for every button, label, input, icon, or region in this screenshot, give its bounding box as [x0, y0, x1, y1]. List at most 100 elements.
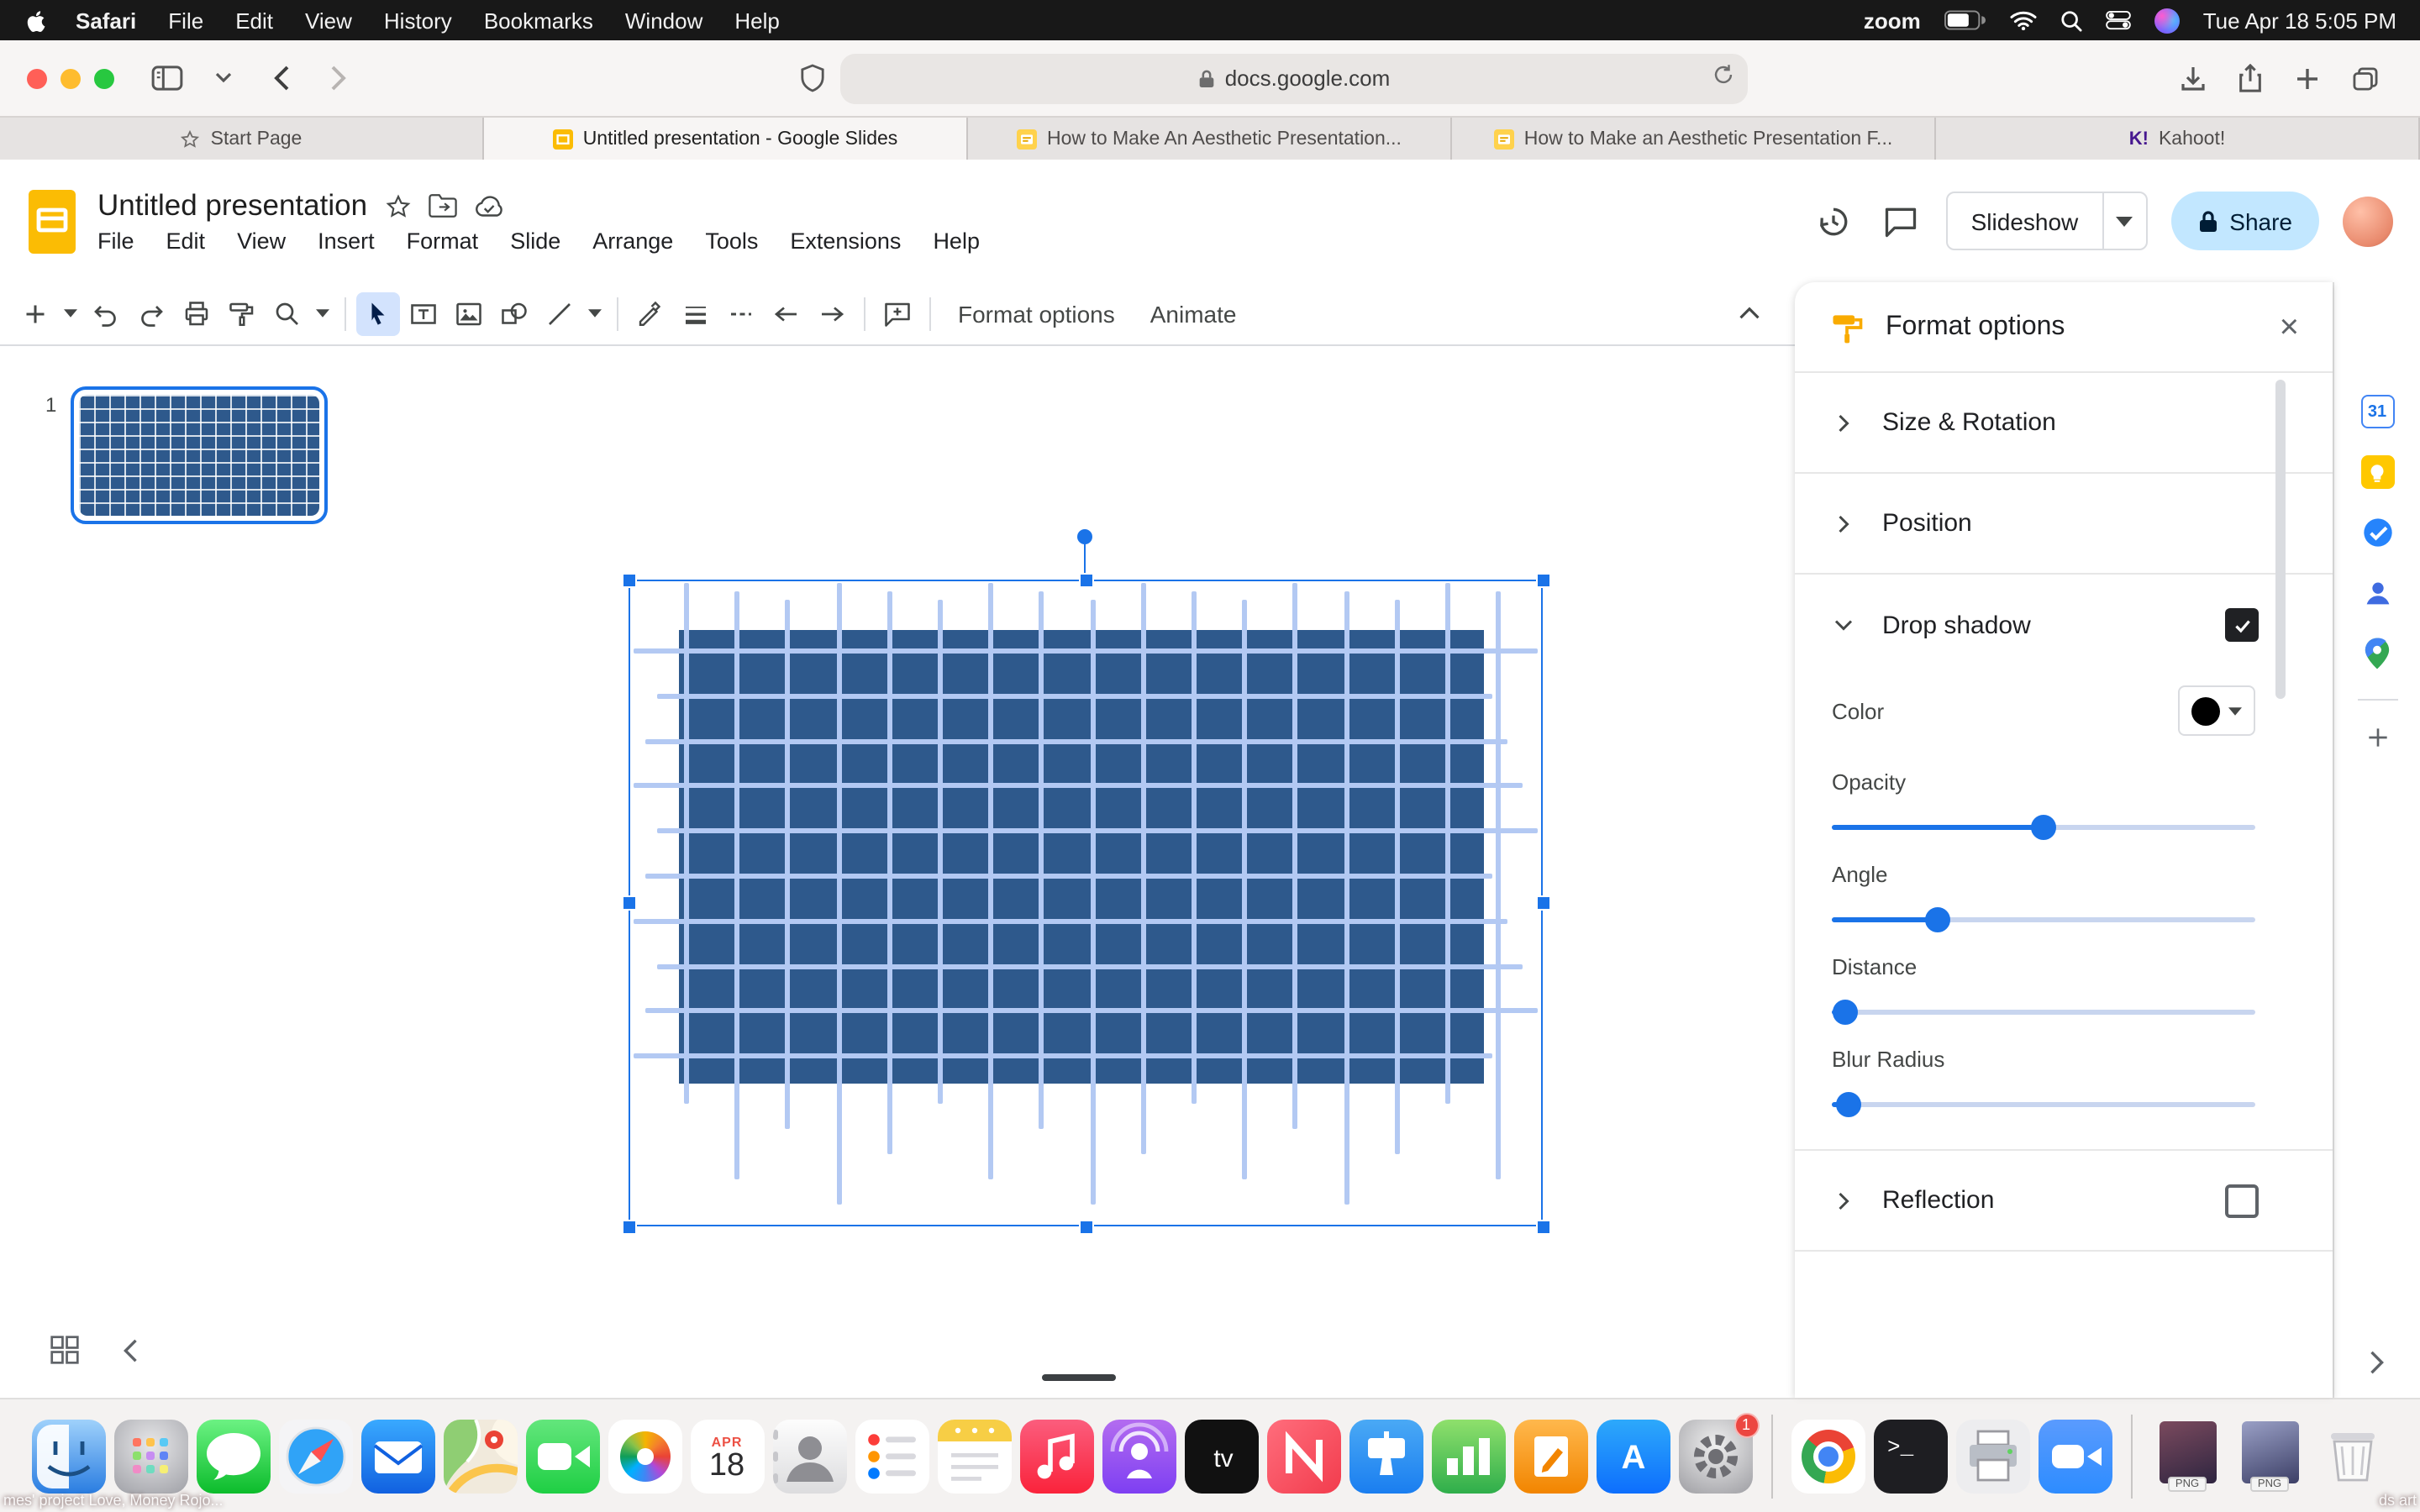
window-close-button[interactable]: [27, 68, 47, 88]
notes-resize-handle[interactable]: [1042, 1374, 1116, 1381]
dock-contacts-icon[interactable]: [772, 1419, 846, 1493]
wifi-icon[interactable]: [2010, 10, 2037, 30]
selection-handle-se[interactable]: [1535, 1219, 1550, 1234]
rail-calendar-icon[interactable]: 31: [2355, 390, 2399, 433]
window-minimize-button[interactable]: [60, 68, 81, 88]
selection-handle-w[interactable]: [621, 895, 636, 911]
selection-handle-nw[interactable]: [621, 572, 636, 587]
slides-menu-edit[interactable]: Edit: [166, 228, 206, 254]
back-button[interactable]: [257, 58, 304, 98]
zoom-tool-icon[interactable]: [266, 291, 309, 335]
slides-menu-insert[interactable]: Insert: [318, 228, 375, 254]
slider-thumb[interactable]: [2031, 815, 2056, 840]
slideshow-dropdown[interactable]: [2102, 193, 2145, 249]
slide-canvas[interactable]: 1: [0, 346, 1795, 1398]
slide-thumbnail[interactable]: [71, 386, 328, 524]
star-icon[interactable]: [384, 192, 411, 219]
menubar-zoom-app[interactable]: zoom: [1864, 8, 1921, 33]
dock-notes-icon[interactable]: [937, 1419, 1011, 1493]
dock-appstore-icon[interactable]: A: [1596, 1419, 1670, 1493]
selection-handle-s[interactable]: [1078, 1219, 1093, 1234]
opacity-slider[interactable]: [1832, 815, 2255, 840]
menubar-item-history[interactable]: History: [384, 8, 452, 33]
comments-icon[interactable]: [1879, 199, 1923, 243]
dock-maps-icon[interactable]: [443, 1419, 517, 1493]
selection-handle-n[interactable]: [1078, 572, 1093, 587]
slider-thumb[interactable]: [1832, 1000, 1858, 1025]
dock-keynote-icon[interactable]: [1349, 1419, 1423, 1493]
dock-music-icon[interactable]: [1019, 1419, 1093, 1493]
privacy-shield-icon[interactable]: [788, 58, 835, 98]
tab-overview-icon[interactable]: [2341, 58, 2388, 98]
reflection-checkbox[interactable]: [2225, 1184, 2259, 1217]
rail-keep-icon[interactable]: [2355, 450, 2399, 494]
share-icon[interactable]: [2227, 58, 2274, 98]
browser-tab-4[interactable]: K! Kahoot!: [1936, 118, 2420, 160]
insert-shape-icon[interactable]: [492, 291, 536, 335]
spotlight-icon[interactable]: [2060, 9, 2082, 31]
control-center-icon[interactable]: [2105, 10, 2131, 30]
menubar-clock[interactable]: Tue Apr 18 5:05 PM: [2203, 8, 2396, 33]
border-dash-icon[interactable]: [719, 291, 763, 335]
sidebar-chevron-icon[interactable]: [200, 58, 247, 98]
section-reflection[interactable]: Reflection: [1795, 1151, 2333, 1252]
dock-settings-icon[interactable]: 1: [1678, 1412, 1759, 1493]
dock-photos-icon[interactable]: [608, 1419, 681, 1493]
refresh-icon[interactable]: [1712, 63, 1734, 85]
dock-file-icon[interactable]: PNG: [2150, 1419, 2224, 1493]
browser-tab-1[interactable]: Untitled presentation - Google Slides: [484, 118, 968, 160]
browser-tab-2[interactable]: How to Make An Aesthetic Presentation...: [968, 118, 1452, 160]
line-start-icon[interactable]: [765, 291, 808, 335]
print-icon[interactable]: [175, 291, 218, 335]
address-bar[interactable]: docs.google.com: [840, 53, 1748, 103]
dock-news-icon[interactable]: [1266, 1419, 1340, 1493]
menubar-item-file[interactable]: File: [168, 8, 203, 33]
border-color-icon[interactable]: [629, 291, 672, 335]
text-box-icon[interactable]: [402, 291, 445, 335]
section-position[interactable]: Position: [1795, 474, 2333, 575]
menubar-item-edit[interactable]: Edit: [235, 8, 273, 33]
distance-slider[interactable]: [1832, 1000, 2255, 1025]
slides-menu-help[interactable]: Help: [933, 228, 980, 254]
menubar-app-name[interactable]: Safari: [76, 8, 136, 33]
forward-button[interactable]: [314, 58, 361, 98]
dock-safari-icon[interactable]: [278, 1419, 352, 1493]
slider-thumb[interactable]: [1925, 907, 1950, 932]
dock-finder-icon[interactable]: [31, 1419, 105, 1493]
slides-menu-file[interactable]: File: [97, 228, 134, 254]
redo-icon[interactable]: [129, 291, 173, 335]
slider-thumb[interactable]: [1836, 1092, 1862, 1117]
selection-handle-ne[interactable]: [1535, 572, 1550, 587]
dock-tv-icon[interactable]: tv: [1184, 1419, 1258, 1493]
dock-reminders-icon[interactable]: [855, 1419, 929, 1493]
dock-file-icon[interactable]: PNG: [2233, 1419, 2307, 1493]
shadow-color-picker[interactable]: [2178, 685, 2255, 736]
menubar-item-view[interactable]: View: [305, 8, 352, 33]
dock-podcasts-icon[interactable]: [1102, 1419, 1176, 1493]
new-tab-icon[interactable]: [2284, 58, 2331, 98]
rail-tasks-icon[interactable]: [2355, 511, 2399, 554]
browser-tab-0[interactable]: Start Page: [0, 118, 484, 160]
insert-image-icon[interactable]: [447, 291, 491, 335]
toolbar-collapse-icon[interactable]: [1728, 291, 1771, 335]
panel-scrollbar[interactable]: [2275, 380, 2286, 699]
slides-menu-arrange[interactable]: Arrange: [592, 228, 673, 254]
slideshow-button[interactable]: Slideshow: [1945, 192, 2148, 250]
blur-radius-slider[interactable]: [1832, 1092, 2255, 1117]
slides-menu-tools[interactable]: Tools: [705, 228, 758, 254]
rotation-handle[interactable]: [1077, 529, 1092, 544]
slides-menu-slide[interactable]: Slide: [510, 228, 560, 254]
dock-printer-icon[interactable]: [1955, 1419, 2029, 1493]
downloads-icon[interactable]: [2170, 58, 2217, 98]
select-tool-icon[interactable]: [356, 291, 400, 335]
selection-handle-sw[interactable]: [621, 1219, 636, 1234]
account-avatar[interactable]: [2343, 196, 2393, 246]
slides-menu-view[interactable]: View: [237, 228, 286, 254]
move-folder-icon[interactable]: [428, 193, 456, 218]
slides-logo-icon[interactable]: [27, 187, 77, 255]
apple-menu-icon[interactable]: [24, 8, 49, 33]
rail-contacts-icon[interactable]: [2355, 571, 2399, 615]
selection-handle-e[interactable]: [1535, 895, 1550, 911]
siri-icon[interactable]: [2154, 8, 2180, 33]
add-comment-icon[interactable]: [876, 291, 919, 335]
